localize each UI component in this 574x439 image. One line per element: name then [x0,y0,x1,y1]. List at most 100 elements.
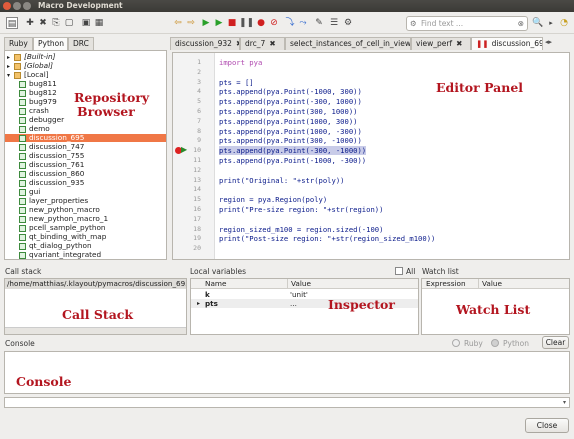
run-icon[interactable]: ▶ [200,17,212,29]
title-bar: Macro Development [0,0,574,12]
search-menu-icon[interactable]: ▸ [545,17,557,29]
python-macro-icon [19,242,26,250]
close-tab-icon[interactable]: ✖ [456,39,462,48]
tab-drc[interactable]: DRC [68,37,94,50]
find-next-icon[interactable]: ◔ [558,17,570,29]
code-line[interactable]: import pya [219,58,262,67]
line-number: 7 [197,116,201,125]
code-line[interactable]: pts.append(pya.Point(1000, -300)) [219,127,362,136]
code-line[interactable]: pts.append(pya.Point(1000, 300)) [219,117,357,126]
overlay-call-stack: Call Stack [62,307,134,322]
step-over-icon[interactable]: ⤳ [297,17,309,29]
expand-icon[interactable]: ▸ [197,299,200,308]
save-icon[interactable]: ▣ [80,17,92,29]
editor-tab[interactable]: view_perf ✖ [411,37,471,50]
code-line[interactable]: pts.append(pya.Point(300, -1000)) [219,136,362,145]
editor-tab[interactable]: ❚❚ discussion_695 [471,37,543,50]
console-history-icon[interactable]: ▾ [563,398,566,407]
maximize-window-icon[interactable] [23,2,31,10]
macro-development-window: Macro Development ▤ ✚ ✖ ⎘ ▢ ▣ ▦ ⇦ ⇨ ▶ ▶ … [0,0,574,439]
tree-item-label: bug979 [29,97,57,106]
tab-ruby[interactable]: Ruby [4,37,33,50]
python-macro-icon [19,125,26,133]
stop-icon[interactable]: ■ [226,17,238,29]
call-stack-scrollbar[interactable] [5,327,186,334]
code-line[interactable]: print("Original: "+str(poly)) [219,176,345,185]
back-icon[interactable]: ⇦ [172,17,184,29]
clear-search-icon[interactable]: ⊗ [518,17,524,30]
line-number: 5 [197,97,201,106]
close-button[interactable]: Close [525,418,569,433]
line-number: 4 [197,87,201,96]
pause-icon[interactable]: ❚❚ [239,17,254,29]
import-icon[interactable]: ▢ [63,17,75,29]
tree-item[interactable]: qvariant_integrated [5,250,166,259]
toolbar: ▤ ✚ ✖ ⎘ ▢ ▣ ▦ ⇦ ⇨ ▶ ▶ ■ ❚❚ ● ⊘ ⤵ ⤳ ✎ ☰ ⚙… [0,12,574,34]
close-tab-icon[interactable]: ✖ [269,39,275,48]
clear-button[interactable]: Clear [542,336,569,349]
tab-scroll-arrows-icon[interactable]: ◂▸ [545,38,552,46]
tree-item-label: new_python_macro [29,205,100,214]
repository-browser[interactable]: ▸ [Built-in] ▸ [Global] ▾ [Local] bug811 bug812… [4,50,167,260]
save-all-icon[interactable]: ▦ [93,17,105,29]
step-into-icon[interactable]: ⤵ [284,17,296,29]
console-output[interactable] [4,351,570,394]
close-window-icon[interactable] [3,2,11,10]
console-input[interactable]: ▾ [4,397,570,408]
all-checkbox[interactable] [395,267,403,275]
overlay-watch-list: Watch List [456,302,531,317]
local-variables-title: Local variables [190,267,246,276]
variable-name: pts [205,299,218,308]
col-expression[interactable]: Expression [426,279,466,289]
tree-item-label: discussion_755 [29,151,85,160]
call-stack-entry[interactable]: /home/matthias/.klayout/pymacros/discuss… [5,279,186,289]
tree-item-label: [Local] [24,70,49,79]
python-macro-icon [19,215,26,223]
properties-icon[interactable]: ☰ [328,17,340,29]
col-name[interactable]: Name [205,279,227,289]
forward-icon[interactable]: ⇨ [185,17,197,29]
tree-item-label: gui [29,187,41,196]
settings-icon[interactable]: ⚙ [342,17,354,29]
python-radio[interactable] [491,339,499,347]
code-line[interactable]: pts.append(pya.Point(-300, 1000)) [219,97,362,106]
find-text-input[interactable]: ⚙ Find text ... ⊗ [406,16,528,31]
code-line[interactable]: print("Pre-size region: "+str(region)) [219,205,383,214]
folder-icon [14,71,21,79]
python-macro-icon [19,197,26,205]
code-line[interactable]: print("Post-size region: "+str(region_si… [219,234,435,243]
tab-python[interactable]: Python [33,37,68,50]
ruby-radio[interactable] [452,339,460,347]
run-current-icon[interactable]: ▶ [213,17,225,29]
overlay-repository-browser: Repository Browser [74,91,149,119]
line-number: 12 [193,165,201,174]
code-line[interactable]: pts.append(pya.Point(-300, -1000)) [219,146,367,156]
editor-tab[interactable]: select_instances_of_cell_in_view✖ [285,37,411,50]
code-line[interactable]: pts.append(pya.Point(300, 1000)) [219,107,357,116]
col-watch-value[interactable]: Value [478,279,502,289]
new-macro-icon[interactable]: ▤ [6,17,18,29]
line-number: 6 [197,107,201,115]
delete-icon[interactable]: ✖ [37,17,49,29]
rename-icon[interactable]: ⎘ [50,17,62,29]
editor-tab[interactable]: drc_7 ✖ [240,37,285,50]
folder-icon [14,53,21,61]
search-options-icon[interactable]: 🔍 [532,17,544,29]
editor-tab[interactable]: discussion_932✖ [170,37,240,50]
folder-icon [14,62,21,70]
find-icon: ⚙ [410,19,417,28]
edit-icon[interactable]: ✎ [313,17,325,29]
clear-breakpoints-icon[interactable]: ⊘ [268,17,280,29]
minimize-window-icon[interactable] [13,2,21,10]
call-stack-title: Call stack [5,267,42,276]
add-icon[interactable]: ✚ [24,17,36,29]
code-line[interactable]: region = pya.Region(poly) [219,195,327,204]
breakpoint-icon[interactable]: ● [255,17,267,29]
code-line[interactable]: pts = [] [219,78,254,87]
code-line[interactable]: pts.append(pya.Point(-1000, 300)) [219,87,362,96]
col-value[interactable]: Value [287,279,311,289]
code-line[interactable]: region_sized_m100 = region.sized(-100) [219,225,383,234]
python-macro-icon [19,251,26,259]
tab-drc-label: DRC [73,39,89,48]
code-line[interactable]: pts.append(pya.Point(-1000, -300)) [219,156,366,165]
